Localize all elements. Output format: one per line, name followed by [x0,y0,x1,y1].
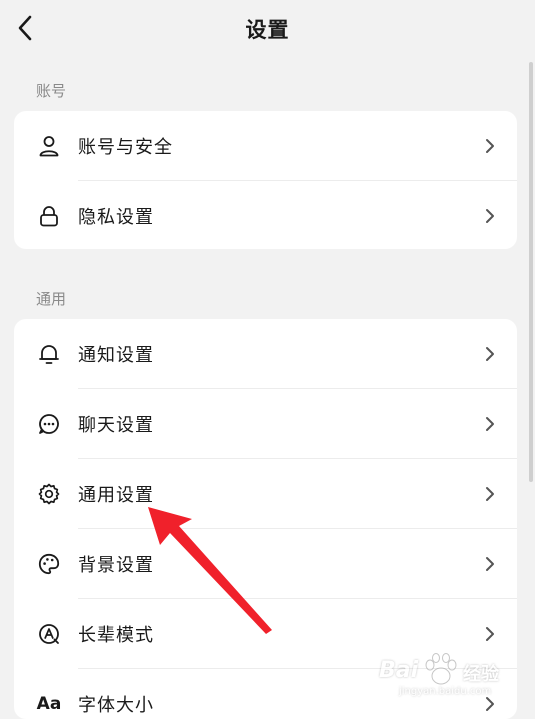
settings-item-label: 背景设置 [78,555,154,576]
font-size-icon: Aa [36,691,62,717]
paw-logo-icon [425,653,457,685]
chat-bubble-icon [36,411,62,437]
account-card: 账号与安全 隐私设置 [14,111,517,249]
settings-item-label: 长辈模式 [78,625,154,646]
palette-icon [36,551,62,577]
watermark-url: jingyan.baidu.com [399,686,492,697]
settings-item-privacy[interactable]: 隐私设置 [14,181,517,249]
scrollbar[interactable] [529,62,533,482]
baidu-jingyan-watermark: Bai 经验 jingyan.baidu.com [379,652,529,702]
bell-icon [36,341,62,367]
chevron-right-icon [483,414,497,434]
settings-item-label: 隐私设置 [78,207,154,228]
settings-item-label: 聊天设置 [78,415,154,436]
header-bar: 设置 [0,0,535,58]
chevron-right-icon [483,206,497,226]
lock-icon [36,203,62,229]
font-size-icon-text: Aa [36,694,62,714]
section-label-account: 账号 [36,82,67,100]
settings-item-general[interactable]: 通用设置 [14,459,517,529]
chevron-right-icon [483,484,497,504]
settings-item-label: 通用设置 [78,485,154,506]
user-icon [36,133,62,159]
elder-mode-icon [36,621,62,647]
settings-item-chat[interactable]: 聊天设置 [14,389,517,459]
chevron-right-icon [483,624,497,644]
gear-icon [36,481,62,507]
chevron-right-icon [483,136,497,156]
settings-item-background[interactable]: 背景设置 [14,529,517,599]
section-label-general: 通用 [36,290,67,308]
chevron-right-icon [483,554,497,574]
watermark-brand-cn: 经验 [463,664,499,685]
watermark-brand: Bai [379,658,419,683]
chevron-right-icon [483,344,497,364]
page-title: 设置 [245,18,290,42]
settings-item-label: 账号与安全 [78,137,173,158]
settings-item-label: 通知设置 [78,345,154,366]
settings-item-label: 字体大小 [78,695,154,716]
settings-item-account-security[interactable]: 账号与安全 [14,111,517,181]
settings-item-notifications[interactable]: 通知设置 [14,319,517,389]
